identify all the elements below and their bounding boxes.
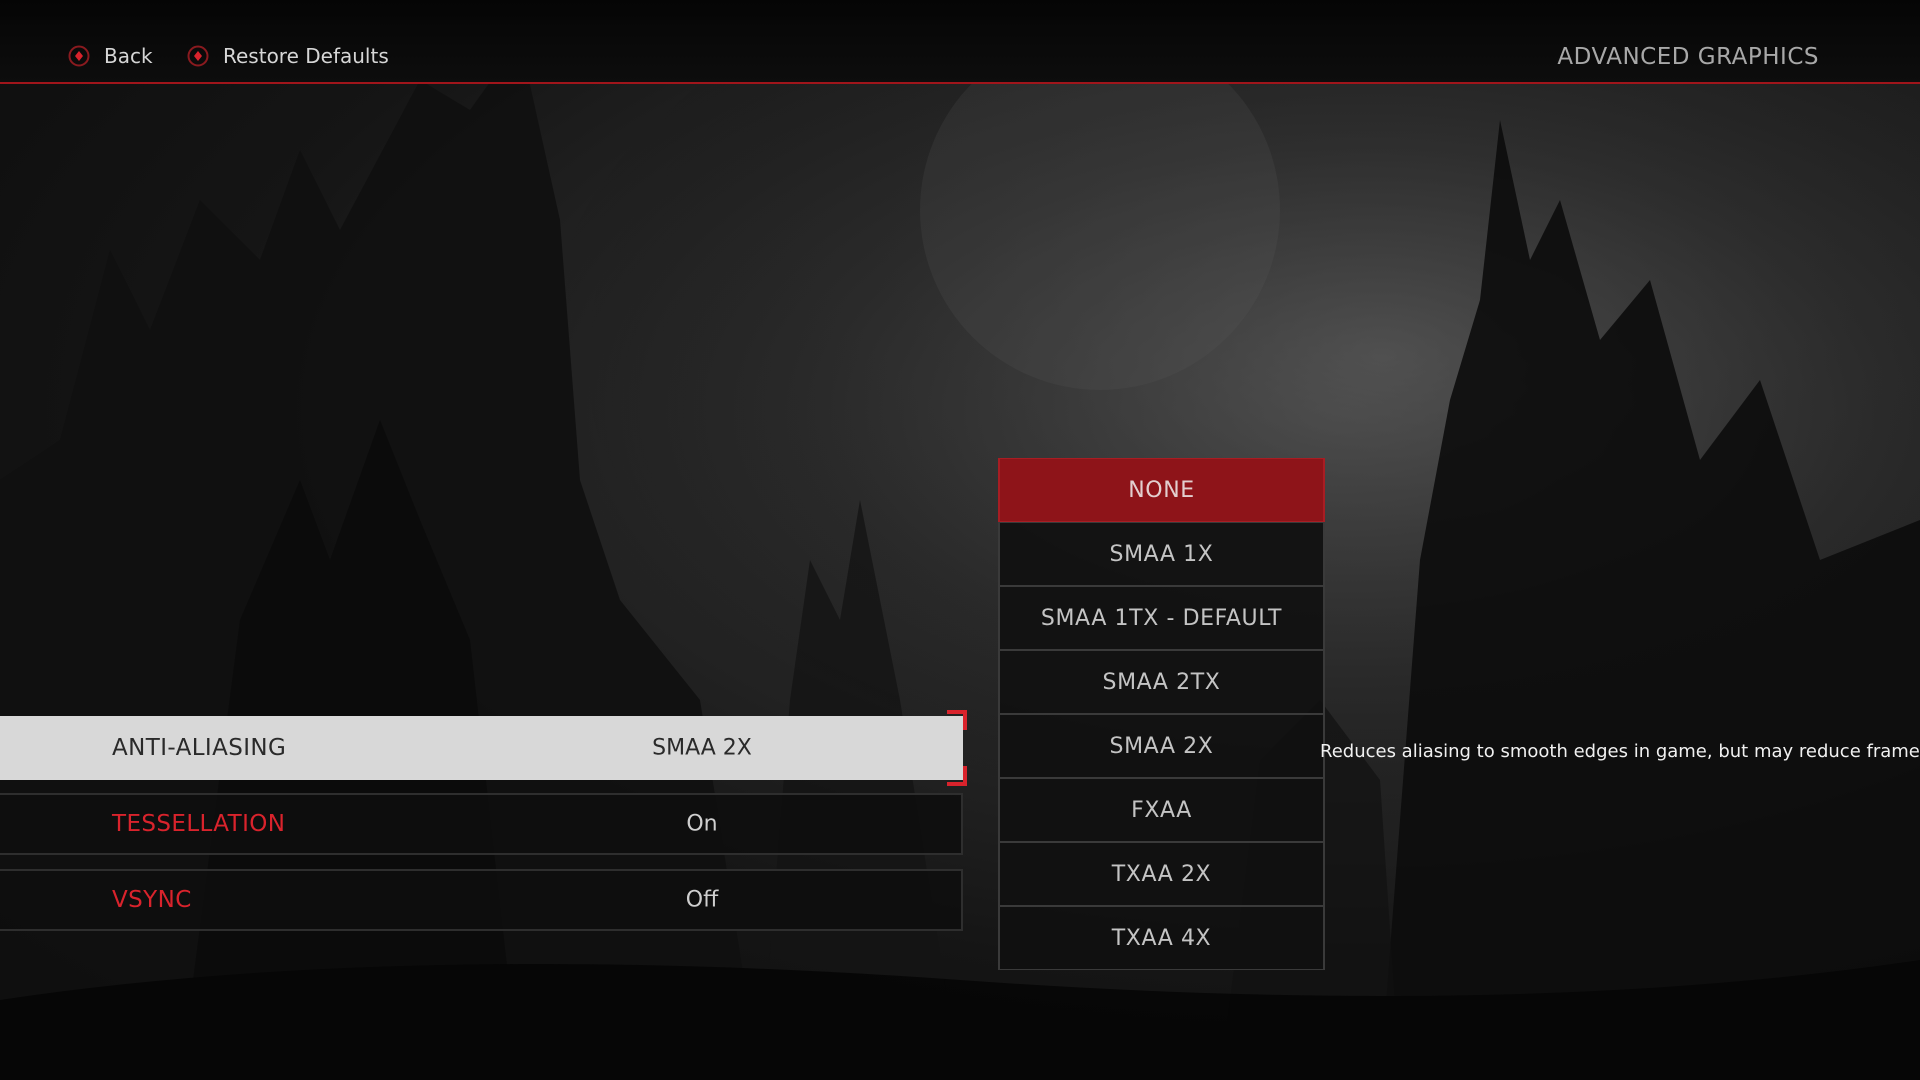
top-bar: Back Restore Defaults ADVANCED GRAPHICS bbox=[0, 0, 1920, 84]
setting-label: ANTI-ALIASING bbox=[112, 735, 287, 761]
dropdown-option-txaa-2x[interactable]: TXAA 2X bbox=[998, 842, 1325, 906]
controller-button-icon bbox=[68, 45, 90, 67]
controller-button-icon bbox=[187, 45, 209, 67]
dropdown-option-smaa-1x[interactable]: SMAA 1X bbox=[998, 522, 1325, 586]
setting-value: On bbox=[686, 811, 718, 837]
setting-value: Off bbox=[685, 887, 719, 913]
setting-label: VSYNC bbox=[112, 887, 192, 913]
dropdown-option-smaa-2tx[interactable]: SMAA 2TX bbox=[998, 650, 1325, 714]
dropdown-option-fxaa[interactable]: FXAA bbox=[998, 778, 1325, 842]
dropdown-option-smaa-2x[interactable]: SMAA 2X bbox=[998, 714, 1325, 778]
setting-description: Reduces aliasing to smooth edges in game… bbox=[1320, 741, 1920, 762]
dropdown-option-none[interactable]: NONE bbox=[998, 458, 1325, 522]
restore-defaults-label: Restore Defaults bbox=[223, 44, 389, 68]
dropdown-option-txaa-4x[interactable]: TXAA 4X bbox=[998, 906, 1325, 970]
game-menu-screen: Back Restore Defaults ADVANCED GRAPHICS … bbox=[0, 0, 1920, 1080]
focus-bracket-bottom bbox=[947, 766, 967, 786]
setting-row-tessellation[interactable]: TESSELLATION On bbox=[0, 793, 963, 855]
setting-row-anti-aliasing[interactable]: ANTI-ALIASING SMAA 2X bbox=[0, 716, 963, 780]
page-title: ADVANCED GRAPHICS bbox=[1557, 44, 1819, 70]
setting-label: TESSELLATION bbox=[112, 811, 286, 837]
restore-defaults-button[interactable]: Restore Defaults bbox=[187, 44, 389, 68]
dropdown-option-smaa-1tx-default[interactable]: SMAA 1TX - DEFAULT bbox=[998, 586, 1325, 650]
setting-row-vsync[interactable]: VSYNC Off bbox=[0, 869, 963, 931]
setting-value: SMAA 2X bbox=[652, 735, 752, 761]
anti-aliasing-dropdown: NONE SMAA 1X SMAA 1TX - DEFAULT SMAA 2TX… bbox=[998, 458, 1325, 970]
focus-bracket-top bbox=[947, 710, 967, 730]
back-button[interactable]: Back bbox=[68, 44, 153, 68]
back-label: Back bbox=[104, 44, 153, 68]
